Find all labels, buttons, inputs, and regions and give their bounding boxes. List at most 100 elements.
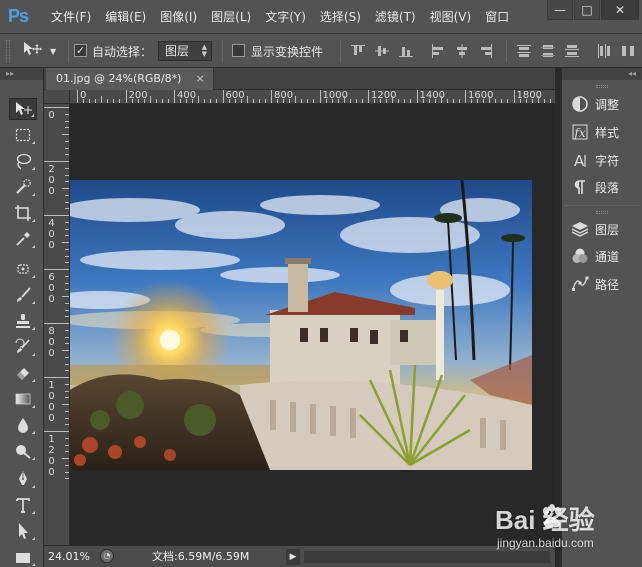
zoom-level[interactable]: 24.01% [48,550,94,564]
panel-character[interactable]: A 字符 [566,149,640,171]
brush-tool[interactable] [9,284,37,306]
panel-dock-collapse[interactable]: ◂◂ [562,68,642,80]
ruler-tick [44,431,69,432]
menu-view[interactable]: 视图(V) [423,0,479,34]
path-selection-tool[interactable] [9,520,37,542]
menu-window[interactable]: 窗口 [478,0,516,34]
spot-healing-tool[interactable] [9,258,37,280]
ruler-minor-tick [62,296,69,297]
toolbox-collapse[interactable]: ▸▸ [0,68,43,80]
ruler-minor-tick [277,99,279,103]
panel-channels[interactable]: 通道 [566,245,640,267]
panel-paths-label: 路径 [595,277,620,292]
ruler-minor-tick [119,99,121,103]
ruler-label: 400 [48,218,55,251]
align-vertical-center-icon[interactable] [374,43,390,59]
tool-preset-picker[interactable]: ▼ [22,42,62,60]
lasso-icon [16,153,32,170]
minimize-button[interactable]: — [547,0,573,20]
menu-type[interactable]: 文字(Y) [258,0,313,34]
ruler-minor-tick [543,99,545,103]
document-tab[interactable]: 01.jpg @ 24%(RGB/8*) × [46,68,214,90]
align-horizontal-center-icon[interactable] [454,43,470,59]
align-right-icon[interactable] [478,43,494,59]
ruler-label: 200 [48,164,55,197]
gradient-tool[interactable] [9,388,37,410]
horizontal-ruler[interactable]: 0 200 400 600 800 1000 1200 1400 1600 1800 [70,90,555,104]
divider [68,40,69,62]
arrow-pointer-icon [19,523,28,539]
rectangle-tool[interactable] [9,546,37,567]
restore-button[interactable]: □ [574,0,600,20]
status-menu-arrow[interactable]: ▶ [286,549,300,565]
vertical-ruler[interactable]: 0 200 400 600 800 1000 1200 [44,104,70,545]
distribute-vertical-center-icon[interactable] [540,43,556,59]
menu-edit[interactable]: 编辑(E) [98,0,153,34]
canvas-area[interactable] [70,104,555,545]
ruler-origin[interactable] [44,90,70,104]
marquee-tool[interactable] [9,124,37,146]
menu-filter[interactable]: 滤镜(T) [368,0,423,34]
panel-paragraph[interactable]: 段落 [566,176,640,198]
document-image[interactable] [70,180,532,470]
ruler-minor-tick [65,424,69,426]
ruler-minor-tick [422,99,424,103]
align-bottom-icon[interactable] [398,43,414,59]
options-bar-grip[interactable] [6,40,10,62]
menu-select[interactable]: 选择(S) [313,0,368,34]
distribute-horizontal-center-icon[interactable] [620,43,636,59]
dodge-tool[interactable] [9,440,37,462]
move-tool[interactable] [9,98,37,120]
panel-styles[interactable]: fx 样式 [566,121,640,143]
panel-group-grip[interactable] [596,85,608,88]
ruler-minor-tick [374,99,376,103]
ruler-minor-tick [355,99,357,103]
auto-select-checkbox[interactable]: ✓ [74,44,87,57]
lasso-tool[interactable] [9,150,37,172]
align-left-icon[interactable] [430,43,446,59]
show-transform-checkbox[interactable] [232,44,245,57]
menu-file[interactable]: 文件(F) [44,0,98,34]
clone-stamp-tool[interactable] [9,310,37,332]
distribute-left-icon[interactable] [596,43,612,59]
panel-layers[interactable]: 图层 [566,218,640,240]
menu-image[interactable]: 图像(I) [153,0,204,34]
ruler-minor-tick [258,99,260,103]
type-icon [16,498,30,513]
panel-group-grip[interactable] [596,211,608,214]
ruler-minor-tick [186,99,188,103]
eyedropper-tool[interactable] [9,228,37,250]
panel-adjustments[interactable]: 调整 [566,93,640,115]
panel-adjustments-label: 调整 [595,97,620,112]
ruler-tick [319,90,321,103]
ruler-label: 1200 [48,434,55,478]
blur-tool[interactable] [9,414,37,436]
distribute-top-icon[interactable] [516,43,532,59]
status-info-icon[interactable]: ◔ [100,549,114,563]
auto-select-target-dropdown[interactable]: 图层 ▲ ▼ [158,41,212,61]
pen-tool[interactable] [9,468,37,490]
ruler-minor-tick [65,221,69,223]
ruler-minor-tick [398,99,400,103]
history-brush-tool[interactable] [9,336,37,358]
ruler-minor-tick [65,201,69,203]
document-tab-bar: 01.jpg @ 24%(RGB/8*) × [44,68,555,90]
move-icon [22,41,44,61]
quick-selection-tool[interactable] [9,176,37,198]
distribute-bottom-icon[interactable] [564,43,580,59]
close-button[interactable]: ✕ [601,0,639,20]
ruler-minor-tick [65,336,69,338]
crop-icon [15,205,31,221]
ruler-minor-tick [428,99,430,103]
panel-paths[interactable]: 路径 [566,273,640,295]
type-tool[interactable] [9,494,37,516]
panel-divider [564,205,641,206]
ruler-minor-tick [380,99,382,103]
menu-layer[interactable]: 图层(L) [204,0,258,34]
eraser-tool[interactable] [9,362,37,384]
photoshop-logo: Ps [8,6,29,26]
close-icon[interactable]: × [195,68,204,90]
crop-tool[interactable] [9,202,37,224]
align-top-icon[interactable] [350,43,366,59]
divider [222,40,223,62]
